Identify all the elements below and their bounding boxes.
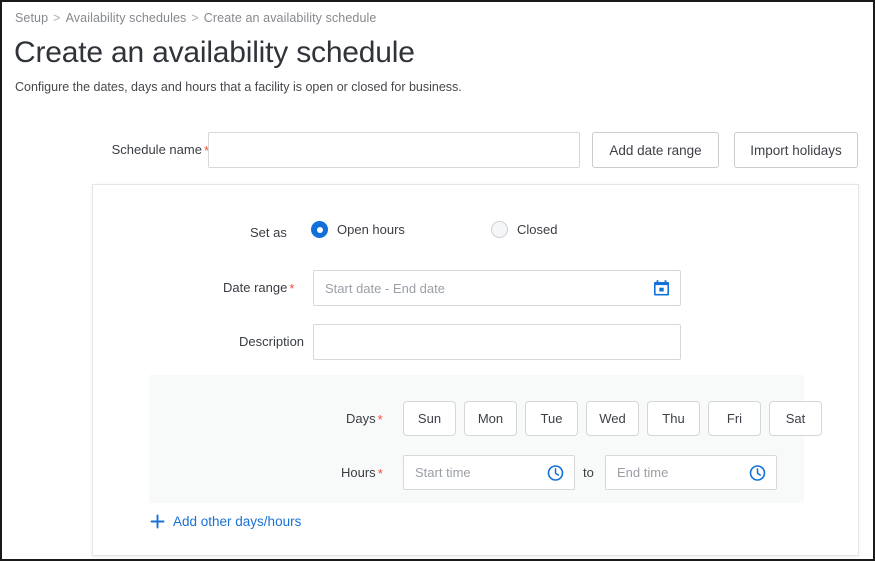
day-button-sun[interactable]: Sun bbox=[403, 401, 456, 436]
radio-closed-label: Closed bbox=[517, 222, 558, 237]
description-input[interactable] bbox=[313, 324, 681, 360]
date-range-input[interactable] bbox=[313, 270, 681, 306]
days-label-text: Days bbox=[346, 411, 376, 426]
add-other-days-hours-label: Add other days/hours bbox=[173, 514, 302, 529]
day-button-tue[interactable]: Tue bbox=[525, 401, 578, 436]
radio-closed[interactable]: Closed bbox=[491, 221, 557, 238]
days-hours-panel: Days * Sun Mon Tue Wed Thu Fri Sat Hours * bbox=[149, 375, 822, 503]
date-range-field bbox=[313, 270, 681, 306]
description-row: Description bbox=[93, 324, 860, 360]
set-as-row: Set as Open hours Closed bbox=[93, 221, 860, 245]
clock-icon[interactable] bbox=[749, 464, 766, 481]
availability-schedule-page: Setup > Availability schedules > Create an a… bbox=[0, 0, 875, 561]
schedule-name-label: Schedule name * bbox=[111, 142, 209, 158]
schedule-name-row: Schedule name * Add date range Import hol… bbox=[2, 132, 873, 168]
calendar-icon[interactable] bbox=[653, 280, 670, 297]
hours-label: Hours * bbox=[341, 465, 383, 481]
schedule-form-card: Set as Open hours Closed Date range * St… bbox=[92, 184, 859, 556]
page-subtitle: Configure the dates, days and hours that… bbox=[15, 80, 462, 94]
day-button-thu[interactable]: Thu bbox=[647, 401, 700, 436]
date-range-label-text: Date range bbox=[223, 280, 288, 295]
breadcrumb-separator: > bbox=[53, 11, 61, 25]
day-button-wed[interactable]: Wed bbox=[586, 401, 639, 436]
days-label: Days * bbox=[346, 411, 383, 427]
schedule-name-input[interactable] bbox=[208, 132, 580, 168]
schedule-name-label-text: Schedule name bbox=[111, 142, 202, 157]
breadcrumb-item-availability-schedules[interactable]: Availability schedules bbox=[66, 11, 187, 25]
day-button-mon[interactable]: Mon bbox=[464, 401, 517, 436]
clock-icon[interactable] bbox=[547, 464, 564, 481]
day-toggle-group: Sun Mon Tue Wed Thu Fri Sat bbox=[403, 401, 822, 436]
day-button-sat[interactable]: Sat bbox=[769, 401, 822, 436]
add-date-range-button[interactable]: Add date range bbox=[592, 132, 719, 168]
description-label: Description bbox=[239, 334, 305, 349]
radio-selected-icon bbox=[311, 221, 328, 238]
breadcrumb-separator: > bbox=[191, 11, 199, 25]
date-range-label: Date range * bbox=[223, 280, 295, 296]
breadcrumb-item-current: Create an availability schedule bbox=[203, 11, 377, 25]
date-range-row: Date range * bbox=[93, 270, 860, 306]
set-as-label: Set as bbox=[250, 225, 287, 240]
end-time-field bbox=[605, 455, 777, 490]
import-holidays-button[interactable]: Import holidays bbox=[734, 132, 858, 168]
plus-icon bbox=[150, 514, 165, 529]
page-title: Create an availability schedule bbox=[14, 36, 415, 69]
radio-unselected-icon bbox=[491, 221, 508, 238]
day-button-fri[interactable]: Fri bbox=[708, 401, 761, 436]
hours-separator: to bbox=[583, 465, 594, 480]
breadcrumb: Setup > Availability schedules > Create an a… bbox=[15, 11, 376, 25]
radio-open-hours[interactable]: Open hours bbox=[311, 221, 405, 238]
required-marker: * bbox=[289, 281, 295, 296]
required-marker: * bbox=[377, 466, 383, 481]
required-marker: * bbox=[377, 412, 383, 427]
hours-label-text: Hours bbox=[341, 465, 376, 480]
add-other-days-hours-link[interactable]: Add other days/hours bbox=[150, 514, 301, 529]
start-time-field bbox=[403, 455, 575, 490]
breadcrumb-item-setup[interactable]: Setup bbox=[15, 11, 48, 25]
radio-open-hours-label: Open hours bbox=[337, 222, 405, 237]
